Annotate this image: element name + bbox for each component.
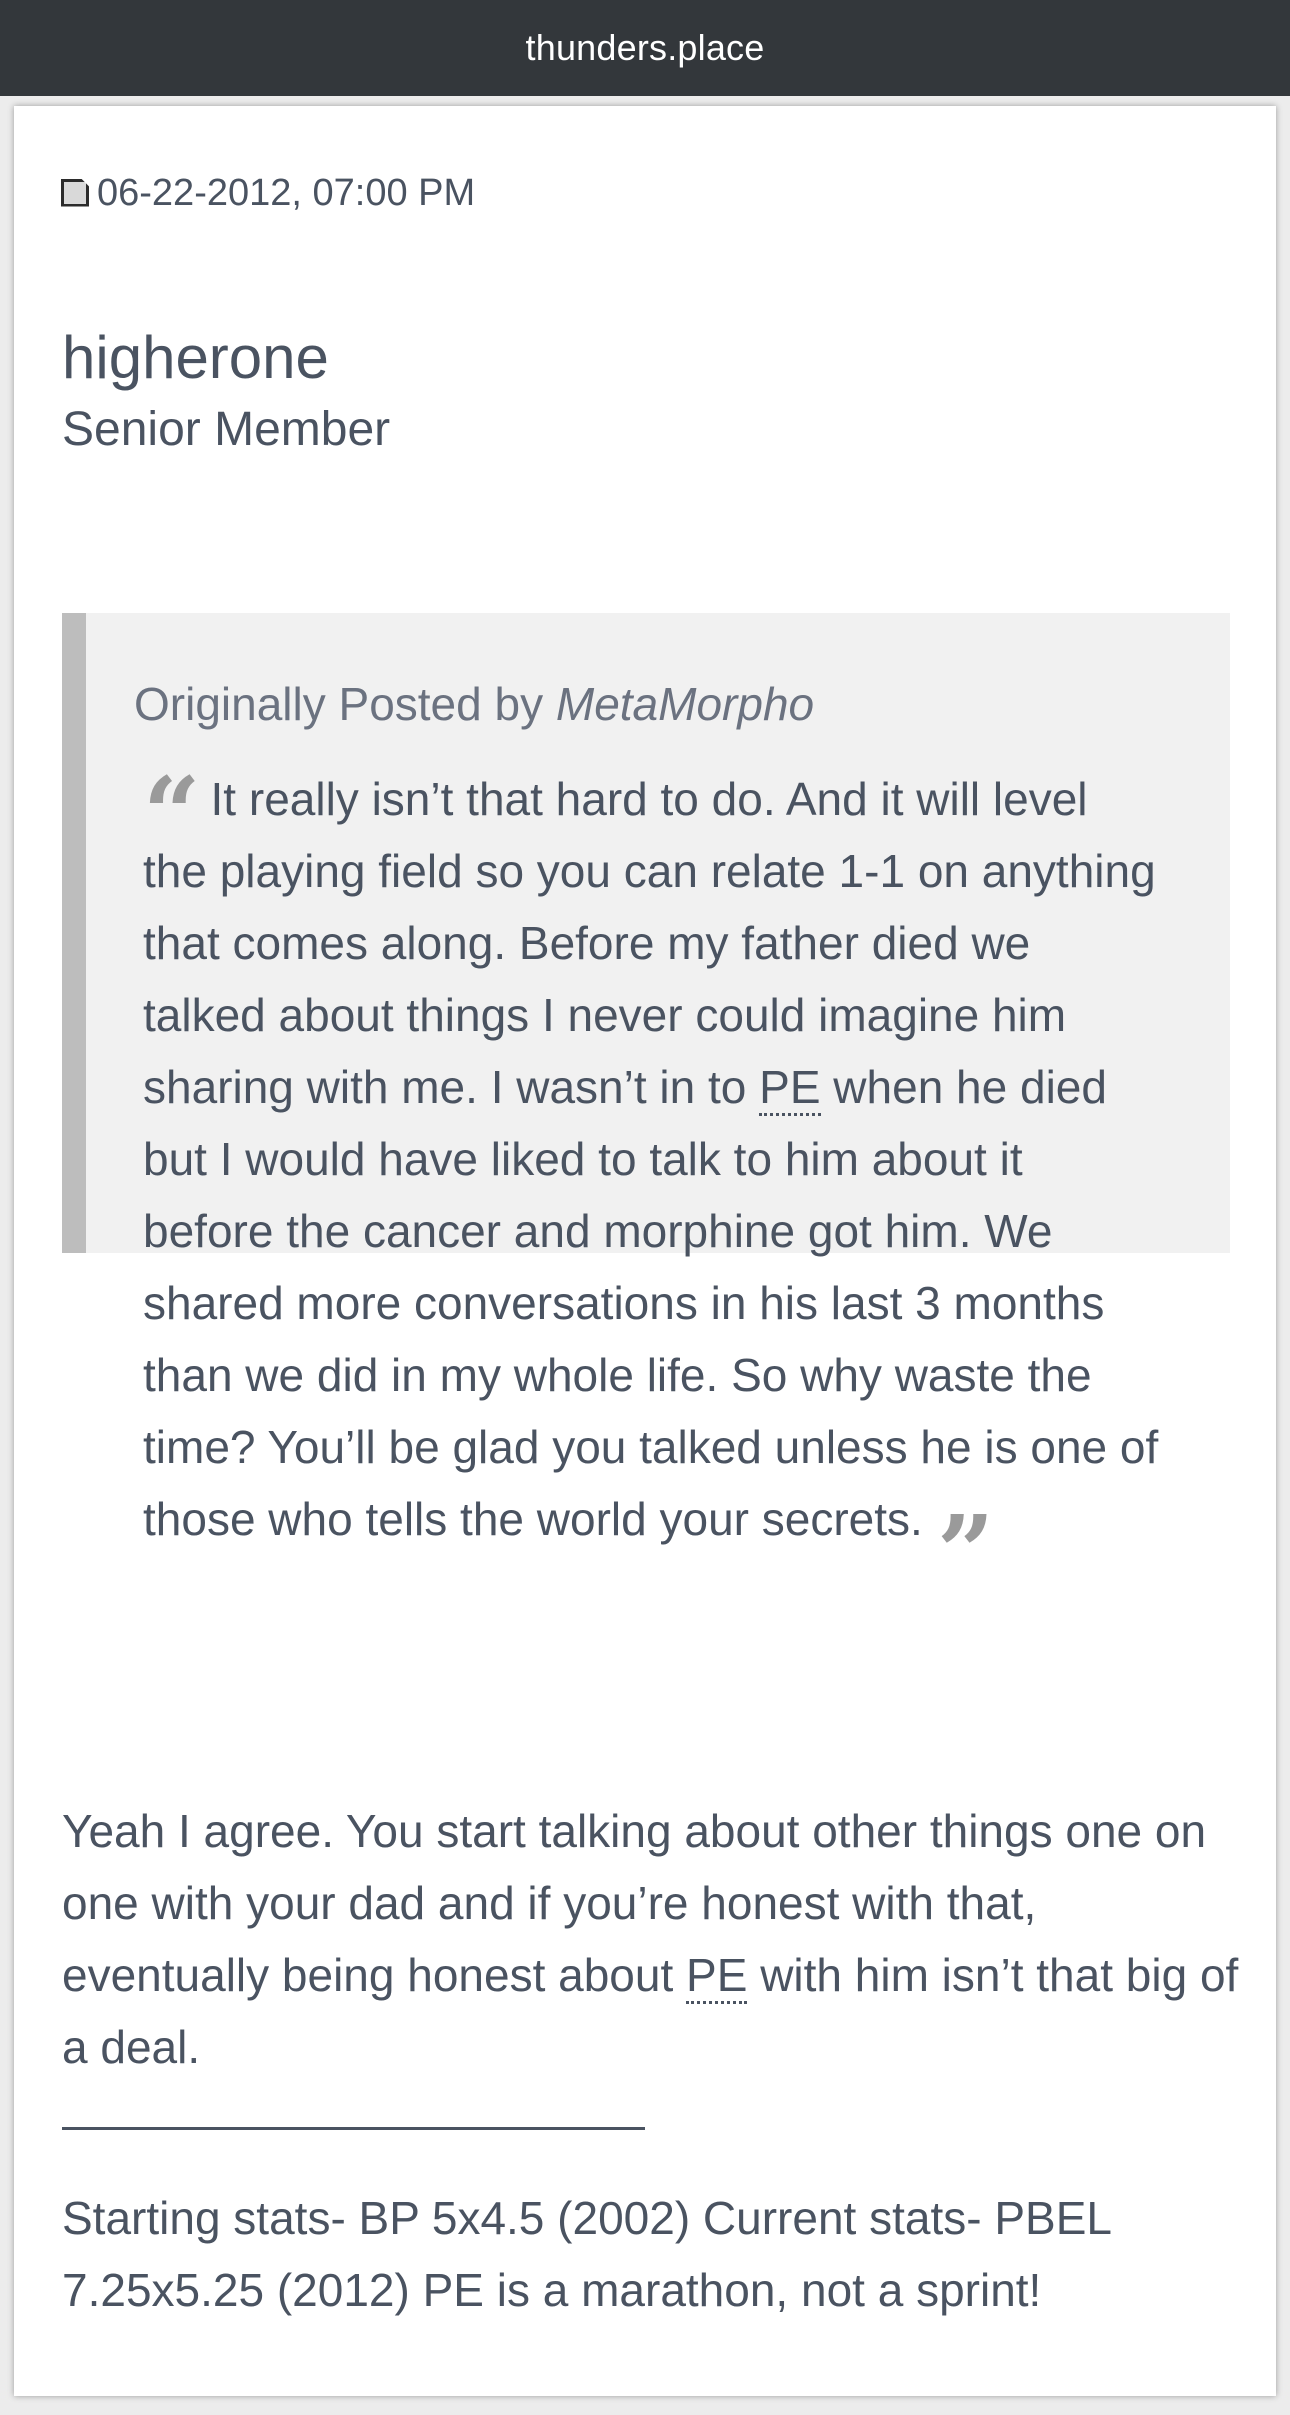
quote-abbreviation[interactable]: PE [759,1061,821,1116]
close-quote-icon: ” [936,1493,995,1611]
post-author-title: Senior Member [62,403,391,456]
open-quote-icon: “ [143,755,201,873]
post-icon [61,178,89,207]
quote-attribution-author[interactable]: MetaMorpho [556,678,814,730]
post-author-username[interactable]: higherone [62,328,329,388]
quote-block: Originally Posted by MetaMorpho “It real… [62,613,1230,1602]
post-date: 06-22-2012, 07:00 PM [97,172,476,214]
quote-attribution-prefix: Originally Posted by [134,678,544,730]
post-header: 06-22-2012, 07:00 PM [61,172,475,215]
site-domain: thunders.place [525,27,765,68]
quote-text: “It really isn’t that hard to do. And it… [143,763,1163,1602]
reply-abbreviation[interactable]: PE [686,1949,748,2004]
quote-text-after: when he died but I would have liked to t… [143,1061,1159,1545]
post-signature: Starting stats- BP 5x4.5 (2002) Current … [62,2192,1111,2316]
post-message: Yeah I agree. You start talking about ot… [62,1795,1242,2083]
browser-url-bar[interactable]: thunders.place [0,0,1290,96]
post-card: 06-22-2012, 07:00 PM higherone Senior Me… [14,106,1276,2396]
signature-divider [62,2127,645,2130]
quote-attribution: Originally Posted by MetaMorpho [134,677,814,731]
